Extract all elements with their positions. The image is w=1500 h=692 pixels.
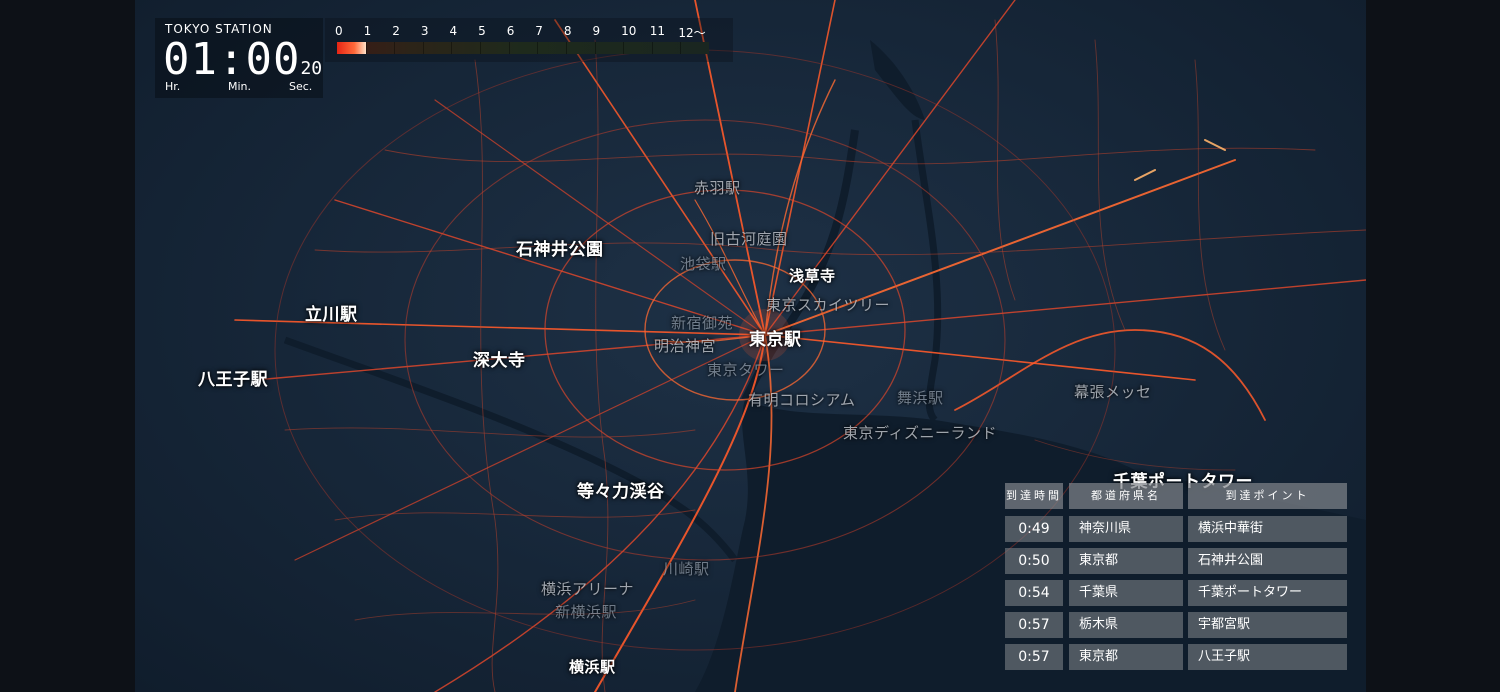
legend-cell-separator <box>451 42 453 54</box>
legend-tick: 0 <box>335 24 343 38</box>
label-makuhari: 幕張メッセ <box>1074 383 1152 401</box>
label-yokohama: 横浜駅 <box>569 658 616 676</box>
label-ikebukuro: 池袋駅 <box>680 255 727 273</box>
legend-tick: 11 <box>649 24 666 38</box>
label-todoroki: 等々力渓谷 <box>577 482 665 502</box>
label-shakujii: 石神井公園 <box>516 240 604 260</box>
header-prefecture: 都道府県名 <box>1069 483 1183 509</box>
legend-tick: 6 <box>506 24 515 38</box>
legend-tick: 2 <box>392 24 400 38</box>
label-yokohama-arena: 横浜アリーナ <box>541 580 635 598</box>
legend-cell-separator <box>365 42 367 54</box>
prefecture-name: 千葉県 <box>1069 580 1183 606</box>
table-row: 0:57 東京都 八王子駅 <box>1005 644 1347 670</box>
label-meiji-jingu: 明治神宮 <box>654 337 717 355</box>
arrival-point: 八王子駅 <box>1188 644 1347 670</box>
header-arrival-time: 到達時間 <box>1005 483 1063 509</box>
legend-cell-separator <box>508 42 510 54</box>
label-maihama: 舞浜駅 <box>897 389 944 407</box>
label-ariake: 有明コロシアム <box>748 391 856 409</box>
label-asakusa: 浅草寺 <box>789 267 836 285</box>
label-tokyo-tower: 東京タワー <box>707 361 785 379</box>
legend-tick: 10 <box>621 24 637 38</box>
arrival-point: 千葉ポートタワー <box>1188 580 1347 606</box>
label-hachioji: 八王子駅 <box>198 370 268 390</box>
legend-cell-separator <box>623 42 625 54</box>
legend-tick: 8 <box>563 24 572 38</box>
legend-cell-separator <box>537 42 539 54</box>
prefecture-name: 栃木県 <box>1069 612 1183 638</box>
legend-tick: 3 <box>420 24 429 38</box>
clock-hours-minutes: 01:00 <box>163 34 301 85</box>
table-row: 0:57 栃木県 宇都宮駅 <box>1005 612 1347 638</box>
label-skytree: 東京スカイツリー <box>766 296 891 314</box>
legend-cell-separator <box>594 42 596 54</box>
arrival-time: 0:54 <box>1005 580 1063 606</box>
legend-tick: 1 <box>363 24 372 38</box>
arrival-table-header: 到達時間 都道府県名 到達ポイント <box>1005 483 1347 509</box>
left-letterbox <box>0 0 135 692</box>
label-tachikawa: 立川駅 <box>305 305 358 325</box>
table-row: 0:54 千葉県 千葉ポートタワー <box>1005 580 1347 606</box>
label-kawasaki: 川崎駅 <box>663 560 710 578</box>
unit-hr: Hr. <box>165 80 181 93</box>
table-row: 0:50 東京都 石神井公園 <box>1005 548 1347 574</box>
header-point: 到達ポイント <box>1188 483 1347 509</box>
arrival-time: 0:57 <box>1005 644 1063 670</box>
legend-tick: 9 <box>592 24 601 38</box>
label-kyufurukawa: 旧古河庭園 <box>710 230 788 248</box>
unit-sec: Sec. <box>289 80 313 93</box>
right-letterbox <box>1366 0 1500 692</box>
table-row: 0:49 神奈川県 横浜中華街 <box>1005 516 1347 542</box>
clock-seconds: 20 <box>300 58 323 79</box>
arrival-point: 宇都宮駅 <box>1188 612 1347 638</box>
legend-tick: 7 <box>535 24 543 38</box>
label-jindaiji: 深大寺 <box>473 351 526 371</box>
arrival-point: 横浜中華街 <box>1188 516 1347 542</box>
arrival-time: 0:49 <box>1005 516 1063 542</box>
arrival-point: 石神井公園 <box>1188 548 1347 574</box>
legend-cell-separator <box>394 42 396 54</box>
label-shin-yokohama: 新横浜駅 <box>555 603 618 621</box>
hour-scale-legend: 0 1 2 3 4 5 6 7 8 9 10 11 12〜 <box>325 18 733 62</box>
label-disneyland: 東京ディズニーランド <box>843 424 997 442</box>
legend-tick: 5 <box>478 24 486 38</box>
elapsed-clock: TOKYO STATION 01:0020 Hr. Min. Sec. <box>155 18 323 98</box>
legend-cell-separator <box>651 42 653 54</box>
label-akabane: 赤羽駅 <box>694 179 741 197</box>
unit-min: Min. <box>228 80 252 93</box>
river-tama <box>283 336 738 563</box>
legend-cell-separator <box>680 42 682 54</box>
prefecture-name: 東京都 <box>1069 548 1183 574</box>
prefecture-name: 東京都 <box>1069 644 1183 670</box>
river-edogawa <box>911 119 942 423</box>
legend-bar <box>337 42 709 54</box>
arrival-time: 0:50 <box>1005 548 1063 574</box>
prefecture-name: 神奈川県 <box>1069 516 1183 542</box>
arrival-time: 0:57 <box>1005 612 1063 638</box>
legend-progress-fill <box>337 42 366 54</box>
legend-cell-separator <box>422 42 424 54</box>
legend-cell-separator <box>565 42 567 54</box>
label-shinjuku-gyoen: 新宿御苑 <box>671 314 734 332</box>
legend-cell-separator <box>480 42 482 54</box>
label-tokyo-station: 東京駅 <box>749 330 802 350</box>
legend-tick: 4 <box>449 24 458 38</box>
legend-tick: 12〜 <box>678 26 706 40</box>
